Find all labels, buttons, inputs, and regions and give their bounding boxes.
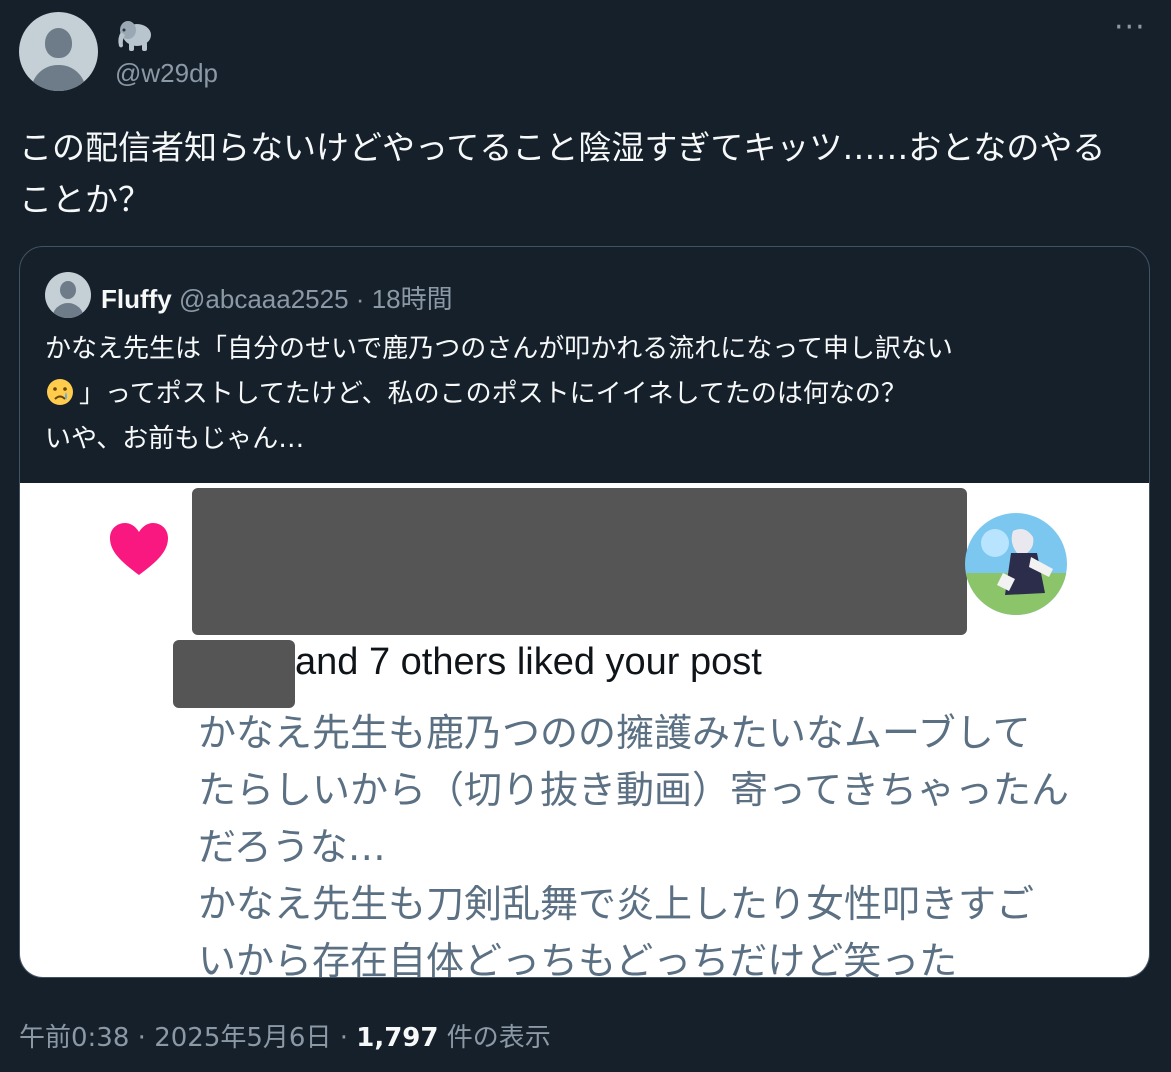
preview-line: だろうな… <box>198 825 386 869</box>
tweet-text: この配信者知らないけどやってること陰湿すぎてキッツ……おとなのやる ことか？ <box>19 122 1139 226</box>
quoted-tweet-header: Fluffy @abcaaa2525 · 18時間 <box>101 279 453 316</box>
tweet-meta-footer: 午前0:38 · 2025年5月6日 · 1,797 件の表示 <box>19 1017 551 1054</box>
quoted-text-line: 」ってポストしてたけど、私のこのポストにイイネしてたのは何なの？ <box>45 372 1130 417</box>
tweet-text-line: この配信者知らないけどやってること陰湿すぎてキッツ……おとなのやる <box>19 128 1106 167</box>
quoted-text-line: いや、お前もじゃん… <box>45 424 305 454</box>
quoted-author-avatar[interactable] <box>45 272 91 318</box>
liked-post-preview: かなえ先生も鹿乃つのの擁護みたいなムーブして たらしいから（切り抜き動画）寄って… <box>198 705 1128 978</box>
preview-line: かなえ先生も刀剣乱舞で炎上したり女性叩きすご <box>198 882 1035 926</box>
quoted-text-line-rest: 」ってポストしてたけど、私のこのポストにイイネしてたのは何なの？ <box>79 379 907 409</box>
author-handle[interactable]: @w29dp <box>115 58 218 89</box>
view-count: 1,797 <box>356 1023 439 1053</box>
crying-face-icon <box>47 379 73 405</box>
meta-separator: · <box>137 1023 146 1053</box>
quoted-tweet-card[interactable]: Fluffy @abcaaa2525 · 18時間 かなえ先生は「自分のせいで鹿… <box>19 246 1150 978</box>
avatar-head-shape <box>60 281 76 299</box>
quoted-tweet-time[interactable]: 18時間 <box>372 284 453 314</box>
view-count-label: 件の表示 <box>446 1023 551 1053</box>
preview-line: いから存在自体どっちもどっちだけど笑った <box>198 939 958 978</box>
meta-separator: · <box>355 284 365 314</box>
tweet-detail: @w29dp ··· この配信者知らないけどやってること陰湿すぎてキッツ……おと… <box>0 0 1171 1072</box>
elephant-emoji-icon[interactable] <box>115 18 155 54</box>
author-avatar[interactable] <box>19 12 98 91</box>
heart-icon <box>110 523 168 575</box>
more-options-icon[interactable]: ··· <box>1114 13 1146 43</box>
quoted-tweet-text: かなえ先生は「自分のせいで鹿乃つのさんが叩かれる流れになって申し訳ない 」ってポ… <box>45 327 1130 462</box>
meta-separator: · <box>339 1023 348 1053</box>
quoted-author-name[interactable]: Fluffy <box>101 284 172 314</box>
quoted-author-handle[interactable]: @abcaaa2525 <box>179 284 349 314</box>
redaction-block <box>192 488 967 635</box>
quoted-text-line: かなえ先生は「自分のせいで鹿乃つのさんが叩かれる流れになって申し訳ない <box>45 334 953 364</box>
avatar-body-shape <box>52 303 84 318</box>
avatar-head-shape <box>45 28 72 58</box>
avatar-body-shape <box>31 65 86 91</box>
preview-line: たらしいから（切り抜き動画）寄ってきちゃったん <box>198 768 1069 812</box>
preview-line: かなえ先生も鹿乃つのの擁護みたいなムーブして <box>198 711 1031 755</box>
tweet-text-line: ことか？ <box>19 180 151 219</box>
liker-avatar <box>965 513 1067 615</box>
tweet-time[interactable]: 午前0:38 <box>19 1023 129 1053</box>
redaction-block <box>173 640 295 708</box>
attached-image[interactable]: and 7 others liked your post かなえ先生も鹿乃つのの… <box>20 483 1149 977</box>
tweet-date[interactable]: 2025年5月6日 <box>154 1023 331 1053</box>
liked-notification-text: and 7 others liked your post <box>295 641 762 683</box>
